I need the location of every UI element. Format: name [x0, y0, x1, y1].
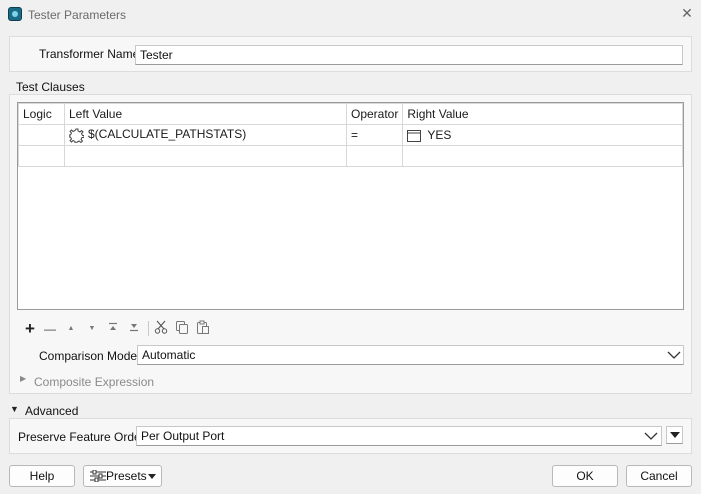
presets-label: Presets: [106, 469, 147, 483]
comparison-mode-select[interactable]: Automatic: [137, 345, 684, 365]
composite-expand-icon[interactable]: ▶: [20, 374, 26, 383]
preserve-order-select[interactable]: Per Output Port: [136, 426, 662, 446]
sliders-icon: [90, 469, 106, 483]
chevron-down-icon: [667, 351, 681, 359]
move-up-icon[interactable]: ▲: [62, 320, 80, 338]
app-icon: [8, 7, 22, 21]
table-row[interactable]: $(CALCULATE_PATHSTATS) = YES: [18, 124, 683, 146]
transformer-name-input[interactable]: [135, 45, 683, 65]
cell-right-value[interactable]: YES: [402, 124, 683, 146]
column-header-logic[interactable]: Logic: [18, 103, 65, 125]
cell-left-value[interactable]: $(CALCULATE_PATHSTATS): [64, 124, 347, 146]
advanced-label[interactable]: Advanced: [25, 404, 78, 418]
column-header-left-value[interactable]: Left Value: [64, 103, 347, 125]
remove-icon[interactable]: —: [41, 320, 59, 338]
window-title: Tester Parameters: [28, 8, 127, 22]
dropdown-triangle-icon: [148, 474, 156, 479]
cell-left-value[interactable]: [64, 145, 347, 167]
move-to-top-icon[interactable]: [104, 320, 122, 338]
preserve-order-options-button[interactable]: [666, 426, 683, 444]
text-value-icon: [407, 129, 422, 142]
chevron-down-icon: [644, 432, 658, 440]
add-icon[interactable]: +: [21, 320, 39, 338]
toolbar-separator: [148, 321, 149, 336]
copy-icon[interactable]: [173, 320, 191, 338]
test-clauses-label: Test Clauses: [16, 80, 85, 94]
advanced-collapse-icon[interactable]: ▼: [10, 404, 19, 414]
table-header-row: Logic Left Value Operator Right Value: [18, 103, 683, 125]
composite-expression-label[interactable]: Composite Expression: [34, 375, 154, 389]
cell-right-value[interactable]: [402, 145, 683, 167]
cell-operator[interactable]: =: [345, 124, 404, 146]
title-bar: Tester Parameters ✕: [0, 0, 701, 30]
comparison-mode-value: Automatic: [142, 348, 196, 362]
move-down-icon[interactable]: ▼: [83, 320, 101, 338]
left-value-text: $(CALCULATE_PATHSTATS): [88, 127, 247, 142]
preserve-order-label: Preserve Feature Order:: [18, 430, 149, 444]
ok-button[interactable]: OK: [552, 465, 618, 487]
help-button[interactable]: Help: [9, 465, 75, 487]
cell-operator[interactable]: [345, 145, 404, 167]
cut-icon[interactable]: [152, 320, 170, 338]
presets-button[interactable]: Presets: [83, 465, 162, 487]
clauses-table: Logic Left Value Operator Right Value $(…: [18, 103, 683, 167]
transformer-name-label: Transformer Name:: [39, 47, 143, 61]
cell-logic[interactable]: [18, 124, 65, 146]
cancel-button[interactable]: Cancel: [626, 465, 692, 487]
preserve-order-value: Per Output Port: [141, 429, 225, 443]
column-header-right-value[interactable]: Right Value: [402, 103, 683, 125]
paste-icon[interactable]: [194, 320, 212, 338]
right-value-text: YES: [427, 128, 452, 142]
comparison-mode-label: Comparison Mode:: [39, 349, 141, 363]
column-header-operator[interactable]: Operator: [345, 103, 404, 125]
cell-logic[interactable]: [18, 145, 65, 167]
table-row[interactable]: [18, 145, 683, 167]
dropdown-triangle-icon: [670, 432, 680, 438]
close-icon[interactable]: ✕: [680, 4, 694, 22]
parameter-icon: [68, 128, 85, 144]
move-to-bottom-icon[interactable]: [125, 320, 143, 338]
